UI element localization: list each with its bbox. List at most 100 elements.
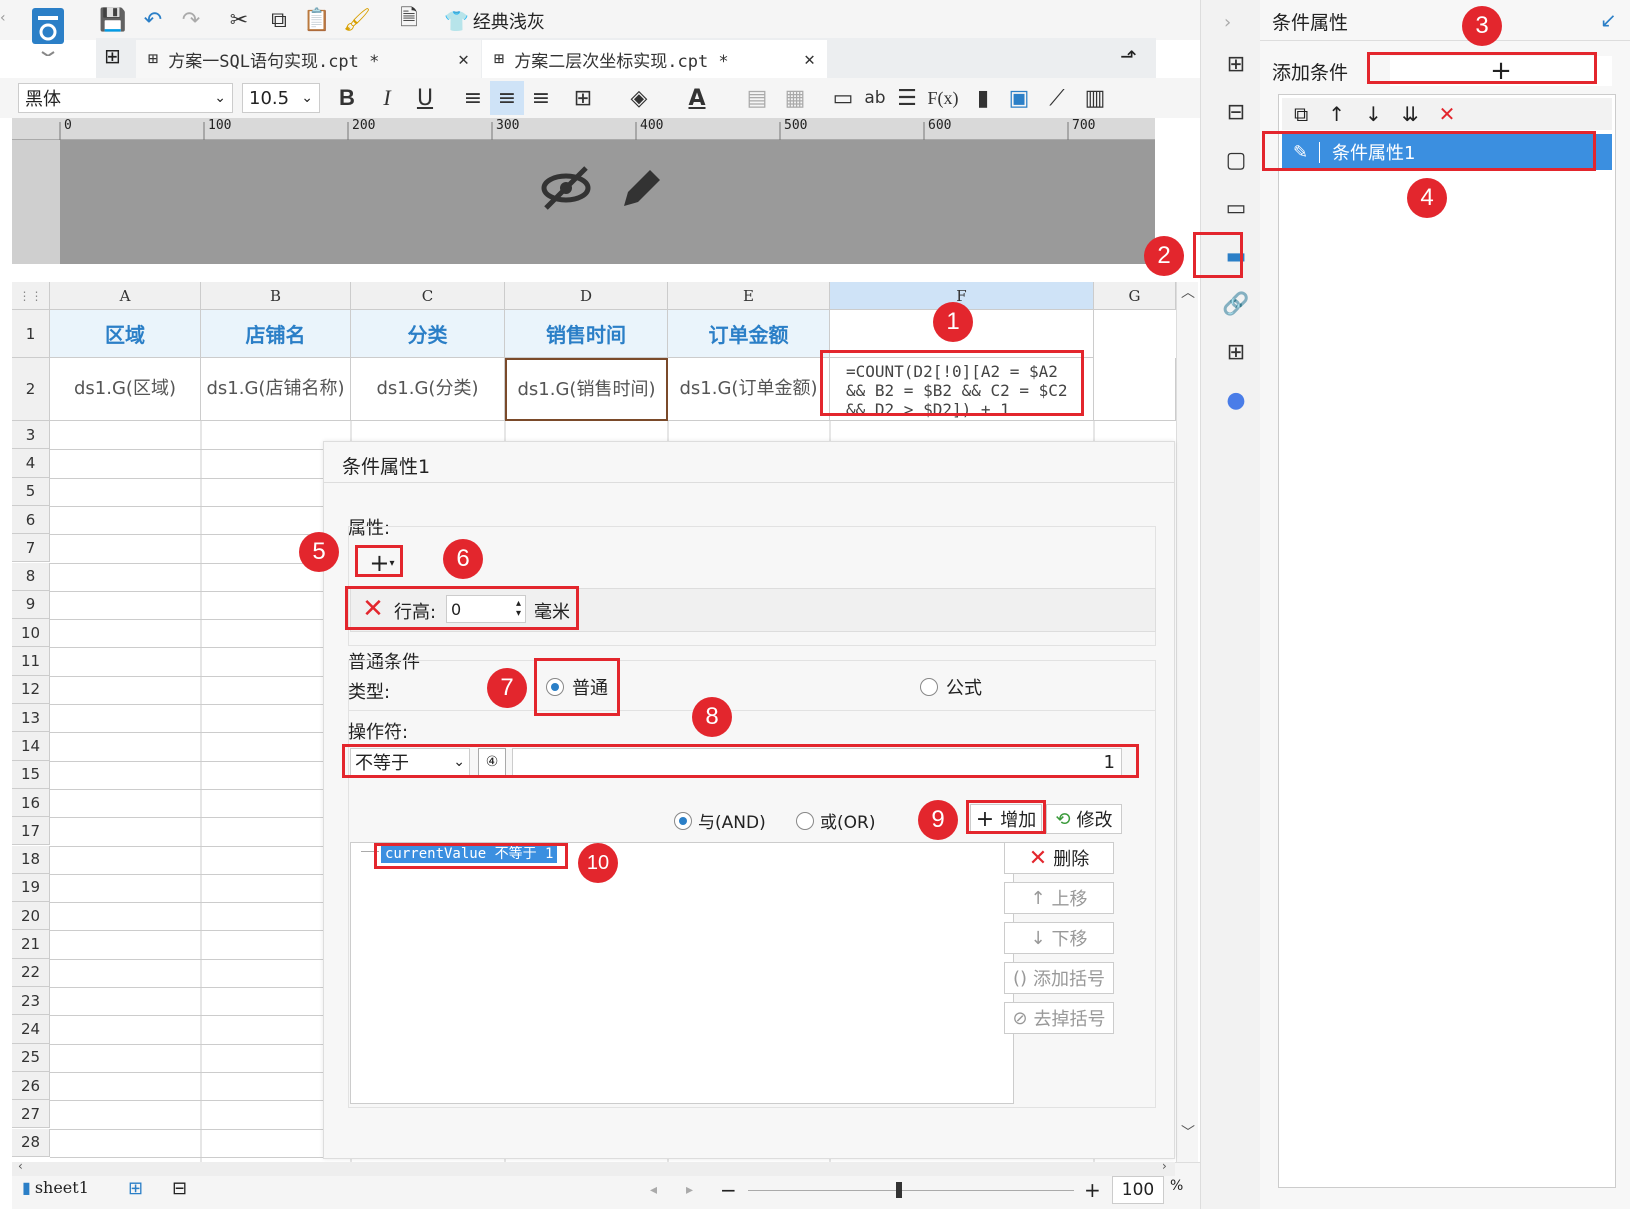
delete-button[interactable]: ✕ 删除 [1004, 842, 1114, 874]
copy-icon[interactable]: ⧉ [1294, 102, 1308, 126]
merge-cell-icon[interactable]: ▤ [740, 81, 774, 115]
paste-icon[interactable]: 📋 [300, 3, 334, 37]
add-dashboard-icon[interactable]: ⊟ [172, 1178, 187, 1199]
font-name-select[interactable]: 黑体 ⌄ [18, 83, 233, 113]
save-icon[interactable]: 💾 [96, 3, 130, 37]
move-up-button[interactable]: ↑ 上移 [1004, 882, 1114, 914]
template-icon[interactable]: 🗎 [392, 3, 426, 37]
redo-icon[interactable]: ↷ [174, 3, 208, 37]
row-header[interactable]: 24 [12, 1015, 50, 1044]
tab-list-icon[interactable]: ⬏ [1120, 44, 1137, 68]
grid-cell[interactable]: ds1.G(区域) [50, 358, 201, 421]
chevron-left-icon[interactable]: ‹ [18, 1159, 23, 1173]
collapse-panel-icon[interactable]: ↙ [1600, 8, 1617, 32]
format-painter-icon[interactable]: 🖌 [340, 3, 374, 37]
widget-icon[interactable]: ▭ [1216, 188, 1256, 228]
theme-button[interactable]: 👕 经典浅灰 [444, 6, 545, 36]
and-radio[interactable]: 与(AND) [674, 808, 766, 833]
row-header[interactable]: 23 [12, 987, 50, 1016]
delete-x-icon[interactable]: ✕ [1439, 102, 1456, 126]
row-header[interactable]: 12 [12, 675, 50, 704]
vertical-scrollbar[interactable]: ︿ ﹀ [1176, 282, 1198, 1162]
type-formula-radio[interactable]: 公式 [920, 674, 982, 700]
row-header[interactable]: 13 [12, 704, 50, 733]
row-header[interactable]: 4 [12, 449, 50, 478]
row-header[interactable]: 28 [12, 1128, 50, 1157]
cell-element-icon[interactable]: ⊞ [1216, 44, 1256, 84]
row-header[interactable]: 22 [12, 958, 50, 987]
border-icon[interactable]: ⊞ [566, 81, 600, 115]
cell-attribute-icon[interactable]: ⊟ [1216, 92, 1256, 132]
row-header[interactable]: 15 [12, 760, 50, 789]
copy-icon[interactable]: ⧉ [262, 3, 296, 37]
text-ab-icon[interactable]: ab [858, 81, 892, 115]
sub-report-icon[interactable]: ▥ [1078, 81, 1112, 115]
hide-eye-icon[interactable] [540, 162, 592, 225]
row-header[interactable]: 14 [12, 732, 50, 761]
row-header[interactable]: 6 [12, 505, 50, 535]
horizontal-scrollbar[interactable]: ‹ › [12, 1159, 1175, 1176]
move-bottom-icon[interactable]: ⇊ [1402, 102, 1419, 126]
grid-cell[interactable]: 订单金额 [668, 310, 830, 358]
collapse-left-icon[interactable]: ‹ [0, 10, 10, 26]
grid-cell[interactable]: ds1.G(分类) [351, 358, 505, 421]
row-header[interactable]: 16 [12, 788, 50, 818]
chevron-up-icon[interactable]: ︿ [1181, 282, 1195, 302]
grid-cell[interactable]: ds1.G(订单金额) [668, 358, 830, 421]
formula-icon[interactable]: F(x) [926, 81, 960, 115]
add-sheet-icon[interactable]: ⊞ [128, 1178, 143, 1199]
grid-cell[interactable] [1094, 358, 1176, 421]
close-icon[interactable]: ✕ [458, 49, 469, 70]
template-params-icon[interactable]: ⊞ [1216, 332, 1256, 372]
row-header[interactable]: 19 [12, 873, 50, 903]
hyperlink-icon[interactable]: 🔗 [1216, 284, 1256, 324]
grid-cell-selected[interactable]: ds1.G(销售时间) [505, 358, 668, 421]
close-icon[interactable]: ✕ [804, 49, 815, 70]
column-header[interactable]: E [668, 282, 830, 310]
row-header[interactable]: 8 [12, 562, 50, 591]
align-right-icon[interactable]: ≡ [524, 81, 558, 115]
grid-cell[interactable]: 分类 [351, 310, 505, 358]
row-header[interactable]: 26 [12, 1071, 50, 1101]
move-down-button[interactable]: ↓ 下移 [1004, 922, 1114, 954]
row-header[interactable]: 21 [12, 930, 50, 959]
chart-icon[interactable]: ▮ [966, 81, 1000, 115]
align-left-icon[interactable]: ≡ [456, 81, 490, 115]
grid-cell[interactable]: 销售时间 [505, 310, 668, 358]
grid-template-icon[interactable]: ⊞ [104, 44, 121, 68]
or-radio[interactable]: 或(OR) [796, 808, 875, 833]
arrow-down-icon[interactable]: ↓ [1365, 102, 1382, 126]
bold-button[interactable]: B [330, 81, 364, 115]
edit-pencil-icon[interactable] [616, 162, 664, 219]
row-header[interactable]: 1 [12, 310, 50, 358]
row-header[interactable]: 3 [12, 421, 50, 450]
fill-color-icon[interactable]: ◈ [622, 81, 656, 115]
column-header[interactable]: G [1094, 282, 1176, 310]
tab-scheme1[interactable]: ⊞ 方案一SQL语句实现.cpt * ✕ [136, 40, 481, 78]
row-header[interactable]: 17 [12, 817, 50, 846]
image-icon[interactable]: ▣ [1002, 81, 1036, 115]
tab-scheme2[interactable]: ⊞ 方案二层次坐标实现.cpt * ✕ [482, 40, 827, 78]
align-center-icon[interactable]: ≡ [490, 81, 524, 115]
zoom-input[interactable]: 100 [1112, 1176, 1164, 1204]
grid-cell[interactable]: 区域 [50, 310, 201, 358]
column-header[interactable]: C [351, 282, 505, 310]
zoom-out-icon[interactable]: − [720, 1178, 737, 1202]
row-header[interactable]: 18 [12, 845, 50, 874]
underline-button[interactable]: U [408, 81, 442, 115]
zoom-slider[interactable] [748, 1182, 1074, 1198]
row-header[interactable]: 25 [12, 1043, 50, 1072]
row-header[interactable]: 27 [12, 1100, 50, 1129]
grid-cell[interactable]: 店铺名 [201, 310, 351, 358]
zoom-in-icon[interactable]: + [1084, 1178, 1101, 1202]
add-bracket-button[interactable]: () 添加括号 [1004, 962, 1114, 994]
select-all-corner[interactable]: ⋮⋮ [12, 282, 50, 310]
column-header[interactable]: D [505, 282, 668, 310]
row-header[interactable]: 7 [12, 534, 50, 563]
remove-bracket-button[interactable]: ⊘ 去掉括号 [1004, 1002, 1114, 1034]
font-color-icon[interactable]: A [680, 81, 714, 115]
modify-button[interactable]: ⟲ 修改 [1046, 804, 1122, 834]
grid-cell[interactable]: ds1.G(店铺名称) [201, 358, 351, 421]
column-header[interactable]: A [50, 282, 201, 310]
row-header[interactable]: 5 [12, 477, 50, 506]
